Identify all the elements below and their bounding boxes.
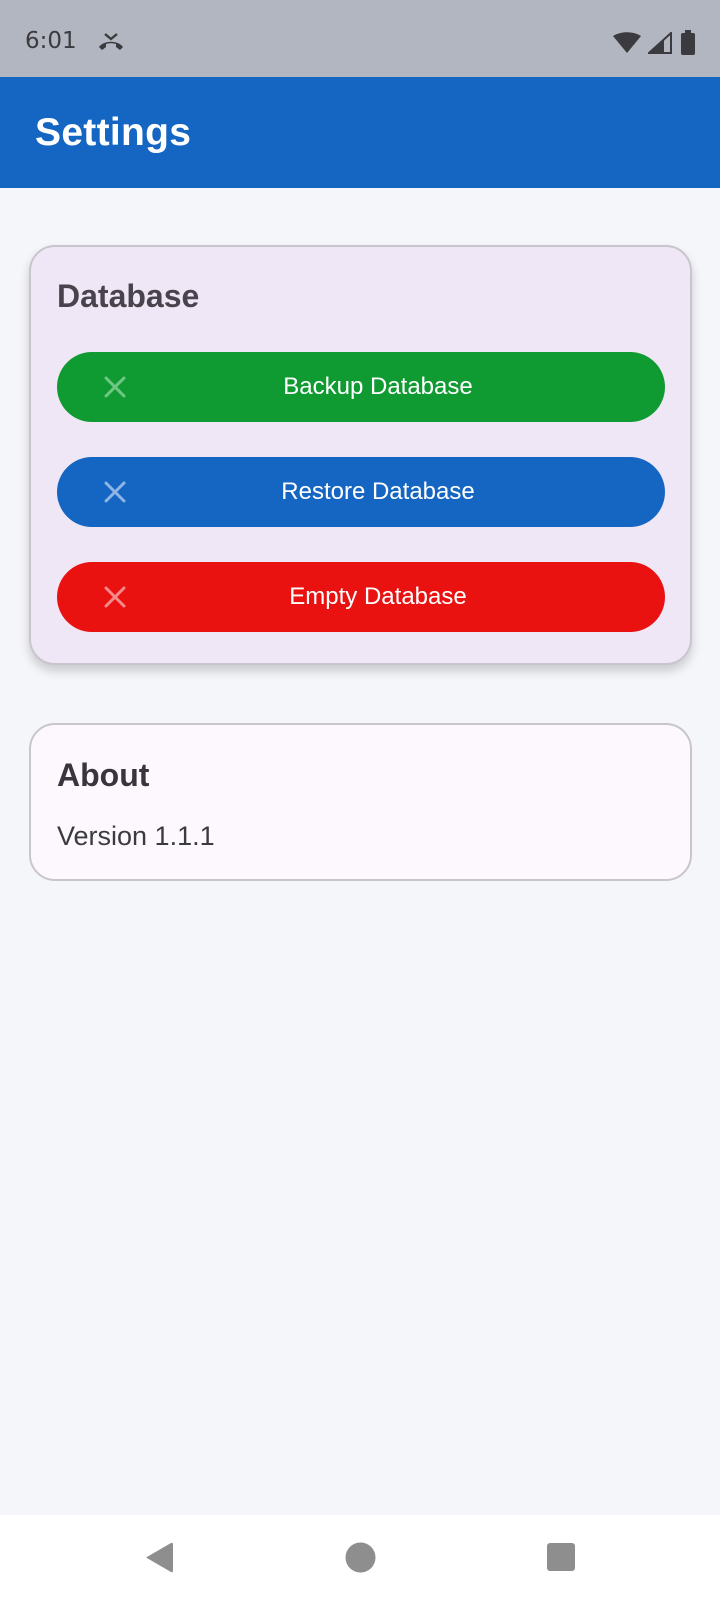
- missed-call-icon: [99, 33, 123, 50]
- version-text: Version 1.1.1: [57, 821, 215, 851]
- database-card: Database Backup Database Restore Databas…: [29, 245, 692, 665]
- empty-database-label: Empty Database: [289, 583, 467, 610]
- restore-database-label: Restore Database: [281, 478, 475, 505]
- wifi-icon: [613, 32, 641, 53]
- status-time: 6:01: [25, 28, 77, 54]
- empty-database-button[interactable]: Empty Database: [57, 562, 665, 632]
- status-bar: 6:01: [0, 0, 720, 77]
- about-card-title: About: [57, 757, 150, 793]
- recents-icon[interactable]: [547, 1543, 575, 1571]
- database-card-title: Database: [57, 278, 200, 314]
- backup-database-label: Backup Database: [283, 373, 473, 400]
- home-icon[interactable]: [345, 1542, 376, 1573]
- restore-database-button[interactable]: Restore Database: [57, 457, 665, 527]
- back-icon[interactable]: [144, 1541, 174, 1574]
- signal-icon: [648, 32, 672, 54]
- battery-icon: [681, 30, 695, 55]
- page-title: Settings: [35, 111, 192, 154]
- about-card: About Version 1.1.1: [29, 723, 692, 881]
- backup-database-button[interactable]: Backup Database: [57, 352, 665, 422]
